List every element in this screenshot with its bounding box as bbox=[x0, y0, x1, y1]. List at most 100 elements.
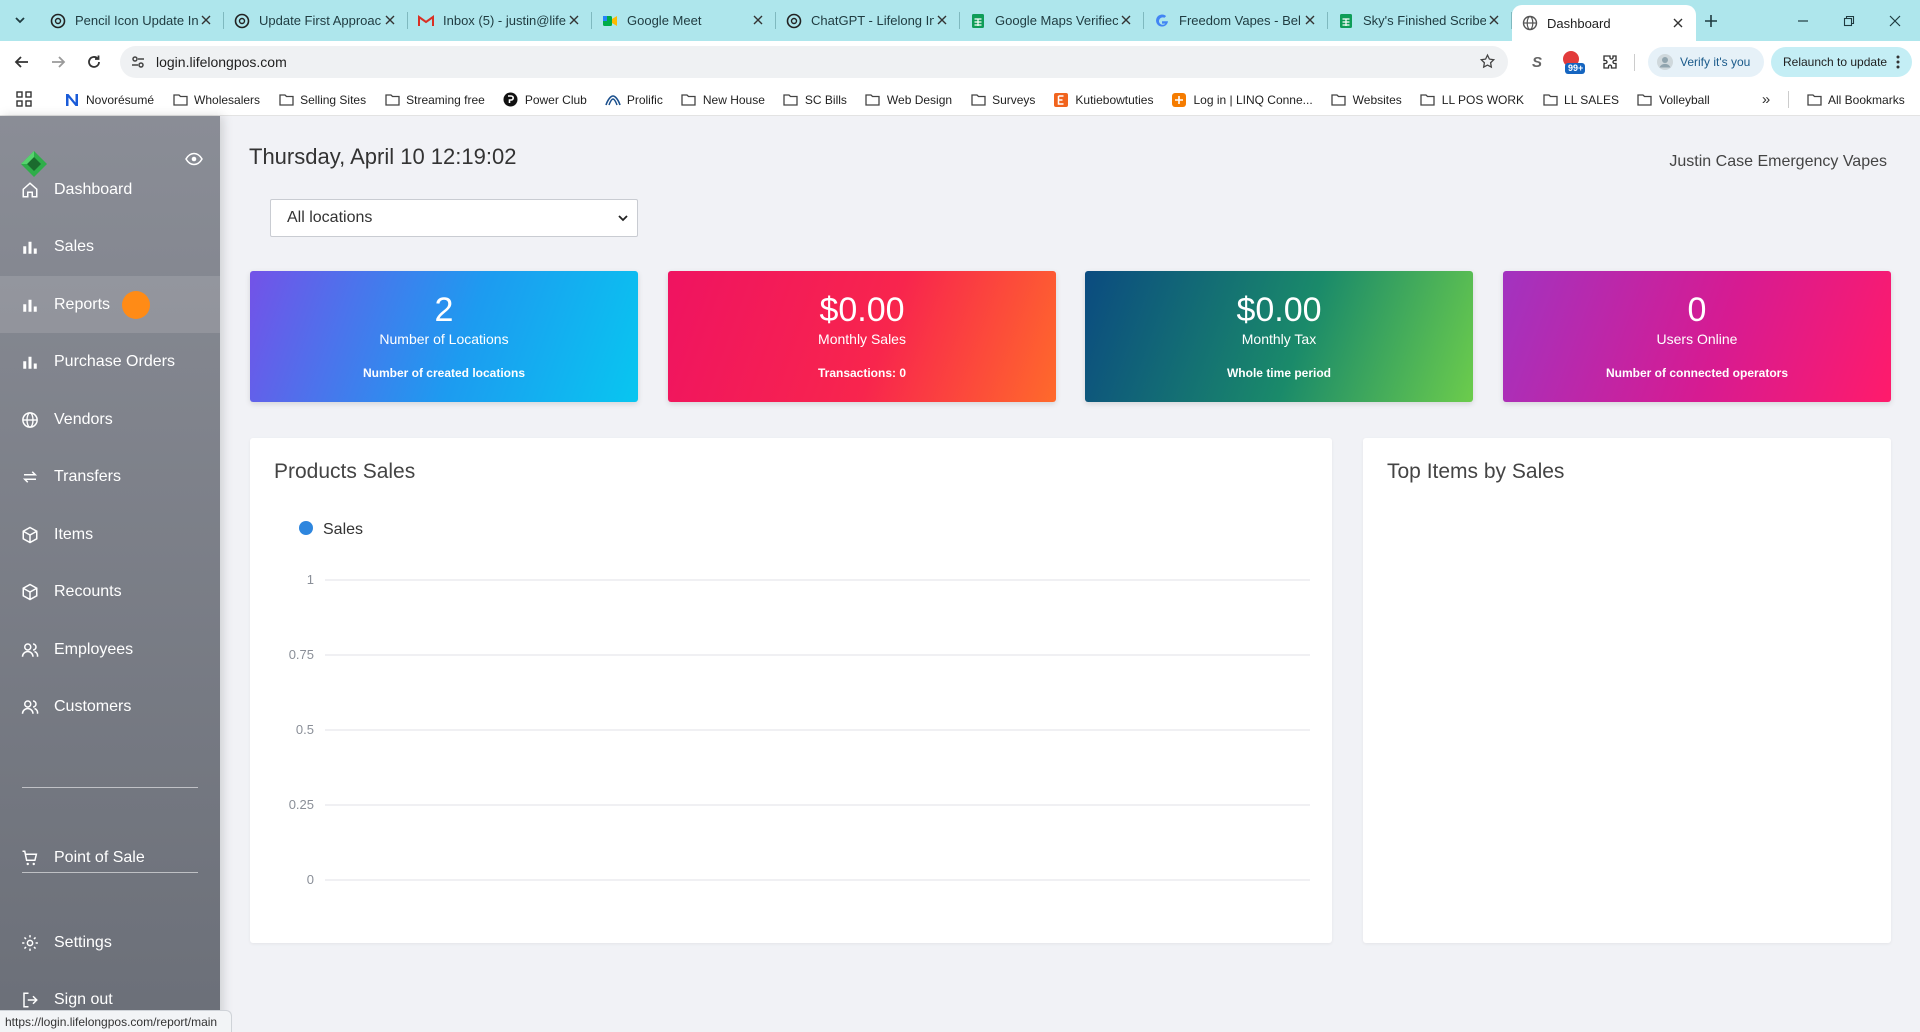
sidebar-item-label: Vendors bbox=[54, 410, 113, 428]
reload-button[interactable] bbox=[79, 47, 109, 77]
close-window-button[interactable] bbox=[1872, 0, 1918, 41]
stat-label: Monthly Tax bbox=[1241, 331, 1317, 347]
browser-tab[interactable]: ChatGPT - Lifelong In bbox=[776, 0, 960, 41]
sidebar-item-label: Transfers bbox=[54, 468, 121, 485]
folder-icon bbox=[970, 92, 986, 108]
y-tick-label: 0.5 bbox=[296, 722, 314, 737]
url-text[interactable]: login.lifelongpos.com bbox=[156, 54, 287, 70]
close-tab-button[interactable] bbox=[750, 13, 766, 28]
plus-icon bbox=[1705, 14, 1717, 27]
browser-tab[interactable]: Inbox (5) - justin@life bbox=[408, 0, 592, 41]
bookmark-item[interactable]: Power Club bbox=[497, 87, 593, 113]
bookmark-label: SC Bills bbox=[804, 92, 847, 107]
browser-tab[interactable]: Google Meet bbox=[592, 0, 776, 41]
close-tab-button[interactable] bbox=[382, 13, 398, 28]
sidebar-item-sales[interactable]: Sales bbox=[0, 219, 220, 276]
bookmark-item[interactable]: Wholesalers bbox=[166, 87, 266, 113]
bookmark-item[interactable]: Novorésumé bbox=[58, 87, 160, 113]
extension-s-button[interactable]: S bbox=[1526, 49, 1548, 75]
tab-title: Update First Approac bbox=[259, 13, 382, 28]
site-info-button[interactable] bbox=[120, 54, 156, 70]
browser-tab-bar: Pencil Icon Update In Update First Approa… bbox=[0, 0, 1920, 41]
bookmark-item[interactable]: Streaming free bbox=[378, 87, 491, 113]
bookmark-item[interactable]: LL SALES bbox=[1536, 87, 1625, 113]
stat-subtext: Whole time period bbox=[1226, 366, 1331, 380]
browser-tab[interactable]: Freedom Vapes - Bel bbox=[1144, 0, 1328, 41]
browser-tab[interactable]: Dashboard bbox=[1512, 5, 1696, 41]
sidebar-item-vendors[interactable]: Vendors bbox=[0, 391, 220, 448]
close-tab-button[interactable] bbox=[934, 13, 950, 28]
close-tab-button[interactable] bbox=[1302, 13, 1318, 28]
stat-value: 0 bbox=[1687, 291, 1707, 329]
close-tab-button[interactable] bbox=[566, 13, 582, 28]
bookmark-item[interactable]: Surveys bbox=[964, 87, 1041, 113]
stat-label: Users Online bbox=[1656, 331, 1738, 347]
powerclub-icon bbox=[503, 92, 519, 108]
verify-identity-button[interactable]: Verify it's you bbox=[1648, 47, 1764, 77]
sidebar-item-customers[interactable]: Customers bbox=[0, 679, 220, 736]
legend-marker[interactable] bbox=[299, 521, 313, 535]
sidebar-item-items[interactable]: Items bbox=[0, 506, 220, 563]
sidebar-item-employees[interactable]: Employees bbox=[0, 621, 220, 678]
relaunch-button[interactable]: Relaunch to update bbox=[1771, 47, 1912, 77]
bookmark-item[interactable]: Websites bbox=[1325, 87, 1408, 113]
bookmark-item[interactable]: Kutiebowtuties bbox=[1047, 87, 1159, 113]
bookmark-item[interactable]: Selling Sites bbox=[272, 87, 372, 113]
sidebar-item-purchase-orders[interactable]: Purchase Orders bbox=[0, 334, 220, 391]
minimize-button[interactable] bbox=[1780, 0, 1826, 41]
page-datetime: Thursday, April 10 12:19:02 bbox=[249, 144, 517, 169]
close-tab-button[interactable] bbox=[198, 13, 214, 28]
bookmark-star-button[interactable] bbox=[1479, 53, 1496, 75]
location-select[interactable]: All locations bbox=[270, 199, 638, 237]
bar-chart-icon bbox=[20, 295, 40, 315]
new-tab-button[interactable] bbox=[1696, 0, 1726, 41]
globe-icon bbox=[20, 410, 40, 430]
bookmark-item[interactable]: Web Design bbox=[859, 87, 958, 113]
bookmark-item[interactable]: New House bbox=[675, 87, 771, 113]
back-button[interactable] bbox=[7, 47, 37, 77]
sheets-icon bbox=[1338, 13, 1354, 29]
close-tab-button[interactable] bbox=[1118, 13, 1134, 28]
bookmark-item[interactable]: Volleyball bbox=[1631, 87, 1716, 113]
browser-tab[interactable]: Google Maps Verifiec bbox=[960, 0, 1144, 41]
more-bookmarks-button[interactable]: » bbox=[1756, 89, 1776, 109]
stat-value: 2 bbox=[434, 291, 454, 329]
restore-button[interactable] bbox=[1826, 0, 1872, 41]
sidebar-item-point-of-sale[interactable]: Point of Sale bbox=[0, 829, 220, 886]
bookmark-item[interactable]: Prolific bbox=[599, 87, 669, 113]
close-tab-button[interactable] bbox=[1670, 16, 1686, 31]
extensions-button[interactable] bbox=[1598, 49, 1622, 75]
sidebar-item-reports[interactable]: Reports bbox=[0, 276, 220, 333]
sidebar-item-label: Employees bbox=[54, 640, 134, 658]
bookmark-label: LL POS WORK bbox=[1441, 92, 1525, 107]
browser-tab[interactable]: Sky's Finished Scriber bbox=[1328, 0, 1512, 41]
apps-button[interactable] bbox=[16, 91, 32, 112]
sidebar-item-dashboard[interactable]: Dashboard bbox=[0, 161, 220, 218]
browser-tab[interactable]: Pencil Icon Update In bbox=[40, 0, 224, 41]
close-icon bbox=[201, 15, 211, 25]
bookmark-label: Log in | LINQ Conne... bbox=[1193, 92, 1313, 107]
sidebar-item-recounts[interactable]: Recounts bbox=[0, 564, 220, 621]
extension-badge-button[interactable]: 99+ bbox=[1558, 49, 1588, 75]
folder-icon bbox=[1542, 92, 1558, 108]
bookmark-item[interactable]: SC Bills bbox=[777, 87, 853, 113]
forward-button[interactable] bbox=[43, 47, 73, 77]
sidebar-item-label: Reports bbox=[54, 295, 111, 313]
browser-tab[interactable]: Update First Approac bbox=[224, 0, 408, 41]
sidebar-item-transfers[interactable]: Transfers bbox=[0, 449, 220, 506]
close-tab-button[interactable] bbox=[1486, 13, 1502, 28]
chevron-down-icon bbox=[15, 17, 25, 24]
bookmark-item[interactable]: LL POS WORK bbox=[1414, 87, 1530, 113]
sidebar-item-settings[interactable]: Settings bbox=[0, 914, 220, 971]
bookmark-item[interactable]: Log in | LINQ Conne... bbox=[1165, 87, 1318, 113]
tab-search-button[interactable] bbox=[8, 8, 32, 32]
stat-value: $0.00 bbox=[1236, 291, 1322, 329]
close-icon bbox=[753, 15, 763, 25]
all-bookmarks-button[interactable]: All Bookmarks bbox=[1800, 83, 1911, 116]
stat-label: Number of Locations bbox=[379, 331, 509, 347]
folder-icon bbox=[1806, 92, 1822, 108]
sidebar-divider bbox=[22, 872, 198, 873]
sidebar-item-label: Sales bbox=[54, 238, 95, 255]
stat-card-monthly-sales: $0.00 Monthly Sales Transactions: 0 bbox=[668, 271, 1056, 402]
address-bar[interactable]: login.lifelongpos.com bbox=[120, 46, 1508, 78]
